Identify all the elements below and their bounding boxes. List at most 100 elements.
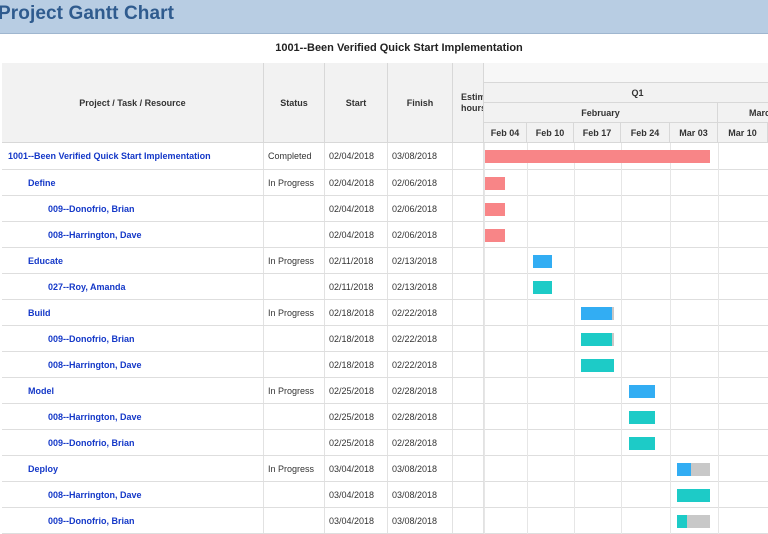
task-name-cell[interactable]: Build	[2, 300, 264, 325]
finish-date-cell: 02/28/2018	[388, 430, 453, 455]
gantt-bar[interactable]	[485, 203, 505, 216]
gantt-bar[interactable]	[676, 463, 691, 476]
timeline-gridline	[484, 300, 485, 326]
gantt-bar[interactable]	[485, 150, 711, 163]
status-cell	[264, 508, 325, 533]
timeline-gridline	[574, 404, 575, 430]
timeline-gridline	[574, 170, 575, 196]
gantt-bar[interactable]	[580, 359, 615, 372]
gantt-bar[interactable]	[532, 255, 553, 268]
column-header-estimate[interactable]: Estimated hours	[453, 63, 484, 143]
task-name-cell[interactable]: 027--Roy, Amanda	[2, 274, 264, 299]
task-name-cell[interactable]: 1001--Been Verified Quick Start Implemen…	[2, 143, 264, 169]
start-date-cell: 02/04/2018	[325, 143, 388, 169]
column-header-task[interactable]: Project / Task / Resource	[2, 63, 264, 143]
task-name-cell[interactable]: 009--Donofrio, Brian	[2, 430, 264, 455]
table-row[interactable]: 1001--Been Verified Quick Start Implemen…	[2, 143, 768, 170]
timeline-gridline	[621, 222, 622, 248]
timeline-gridline	[484, 352, 485, 378]
status-cell: In Progress	[264, 456, 325, 481]
gantt-bar[interactable]	[676, 489, 711, 502]
timeline-gridline	[527, 404, 528, 430]
task-name-cell[interactable]: Deploy	[2, 456, 264, 481]
week-header: Feb 17	[574, 123, 621, 143]
estimate-cell	[453, 170, 484, 195]
quarter-header: Q1	[484, 83, 768, 103]
task-name-cell[interactable]: 009--Donofrio, Brian	[2, 196, 264, 221]
timeline-gridline	[574, 274, 575, 300]
table-row[interactable]: 009--Donofrio, Brian 03/04/2018 03/08/2018	[2, 508, 768, 534]
start-date-cell: 02/18/2018	[325, 352, 388, 377]
task-name-cell[interactable]: 008--Harrington, Dave	[2, 222, 264, 247]
estimate-cell	[453, 143, 484, 169]
status-cell	[264, 404, 325, 429]
timeline-gridline	[527, 196, 528, 222]
gantt-grid: Project / Task / Resource Status Start F…	[2, 63, 768, 534]
gantt-bar-remaining[interactable]	[612, 307, 615, 320]
gantt-bar-remaining[interactable]	[612, 333, 615, 346]
timeline-gridline	[574, 378, 575, 404]
timeline-gridline	[574, 248, 575, 274]
gantt-bar[interactable]	[580, 333, 613, 346]
column-header-status[interactable]: Status	[264, 63, 325, 143]
month-header-february: February	[484, 103, 718, 123]
gantt-bar-remaining[interactable]	[686, 515, 711, 528]
column-header-start[interactable]: Start	[325, 63, 388, 143]
table-row[interactable]: 009--Donofrio, Brian 02/18/2018 02/22/2018	[2, 326, 768, 352]
task-name-cell[interactable]: 008--Harrington, Dave	[2, 404, 264, 429]
timeline-gridline	[718, 300, 719, 326]
timeline-gridline	[621, 430, 622, 456]
table-row[interactable]: 009--Donofrio, Brian 02/04/2018 02/06/2018	[2, 196, 768, 222]
task-name-cell[interactable]: Define	[2, 170, 264, 195]
table-row[interactable]: 008--Harrington, Dave 02/04/2018 02/06/201…	[2, 222, 768, 248]
task-name-cell[interactable]: 008--Harrington, Dave	[2, 352, 264, 377]
timeline-gridline	[670, 300, 671, 326]
timeline-gridline	[621, 248, 622, 274]
gantt-bar-remaining[interactable]	[690, 463, 711, 476]
start-date-cell: 03/04/2018	[325, 508, 388, 533]
gantt-bar[interactable]	[485, 177, 505, 190]
table-row[interactable]: 008--Harrington, Dave 02/18/2018 02/22/201…	[2, 352, 768, 378]
gantt-bar[interactable]	[628, 385, 656, 398]
timeline-gridline	[574, 326, 575, 352]
gantt-bar[interactable]	[485, 229, 505, 242]
table-row[interactable]: Deploy In Progress 03/04/2018 03/08/2018	[2, 456, 768, 482]
status-cell: In Progress	[264, 170, 325, 195]
table-row[interactable]: Build In Progress 02/18/2018 02/22/2018	[2, 300, 768, 326]
timeline-gridline	[574, 222, 575, 248]
task-name-cell[interactable]: 009--Donofrio, Brian	[2, 326, 264, 351]
task-name-cell[interactable]: 009--Donofrio, Brian	[2, 508, 264, 533]
finish-date-cell: 02/22/2018	[388, 300, 453, 325]
table-row[interactable]: Educate In Progress 02/11/2018 02/13/2018	[2, 248, 768, 274]
timeline-gridline	[718, 404, 719, 430]
timeline-gridline	[527, 248, 528, 274]
table-row[interactable]: 008--Harrington, Dave 03/04/2018 03/08/201…	[2, 482, 768, 508]
task-name-cell[interactable]: Educate	[2, 248, 264, 273]
finish-date-cell: 02/28/2018	[388, 404, 453, 429]
timeline-gridline	[484, 482, 485, 508]
gantt-bar[interactable]	[676, 515, 687, 528]
table-row[interactable]: Define In Progress 02/04/2018 02/06/2018	[2, 170, 768, 196]
task-name-cell[interactable]: 008--Harrington, Dave	[2, 482, 264, 507]
timeline-gridline	[670, 170, 671, 196]
task-name-cell[interactable]: Model	[2, 378, 264, 403]
estimate-cell	[453, 456, 484, 481]
gantt-bar[interactable]	[628, 437, 656, 450]
timeline-gridline	[574, 456, 575, 482]
status-cell	[264, 274, 325, 299]
gantt-bar[interactable]	[532, 281, 553, 294]
table-row[interactable]: 027--Roy, Amanda 02/11/2018 02/13/2018	[2, 274, 768, 300]
timeline-gridline	[621, 508, 622, 534]
start-date-cell: 02/04/2018	[325, 170, 388, 195]
status-cell	[264, 222, 325, 247]
table-row[interactable]: 009--Donofrio, Brian 02/25/2018 02/28/2018	[2, 430, 768, 456]
table-row[interactable]: 008--Harrington, Dave 02/25/2018 02/28/201…	[2, 404, 768, 430]
column-header-finish[interactable]: Finish	[388, 63, 453, 143]
timeline-gridline	[670, 352, 671, 378]
gantt-bar[interactable]	[580, 307, 613, 320]
table-row[interactable]: Model In Progress 02/25/2018 02/28/2018	[2, 378, 768, 404]
gantt-bar[interactable]	[628, 411, 656, 424]
estimate-cell	[453, 404, 484, 429]
timeline-gridline	[621, 456, 622, 482]
timeline-gridline	[527, 482, 528, 508]
